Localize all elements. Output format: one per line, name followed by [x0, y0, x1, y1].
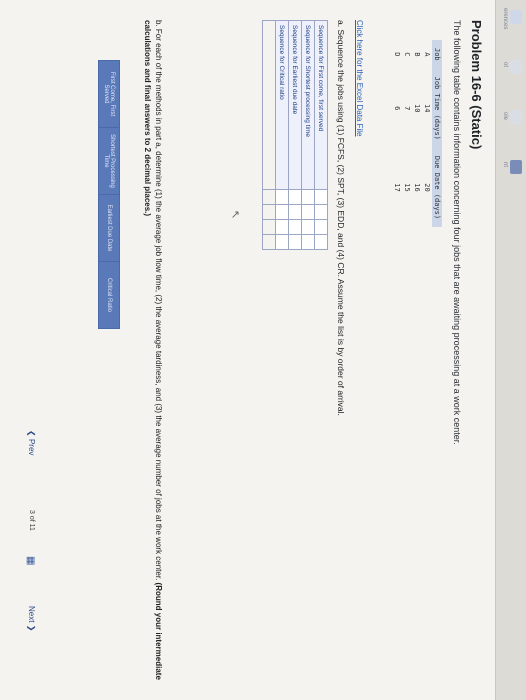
quiz-page: erences ot ole nt Problem 16-6 (Static) … — [0, 0, 526, 700]
mouse-cursor-icon: ↖ — [229, 210, 241, 220]
jobs-table: Job Job Time (days) Due Date (days) A 14… — [392, 40, 442, 228]
chevron-left-icon: ❮ — [27, 430, 36, 437]
answer-input[interactable] — [275, 204, 289, 220]
table-row: A 14 20 — [422, 40, 432, 227]
problem-intro: The following table contains information… — [452, 20, 462, 445]
answer-input[interactable] — [288, 189, 302, 205]
header-job-time: Job Time (days) — [432, 68, 442, 148]
answer-input[interactable] — [275, 219, 289, 235]
part-b-question: b. For each of the methods in part a, de… — [142, 20, 164, 680]
rail-label-4: nt — [502, 162, 508, 168]
answer-input[interactable] — [301, 204, 315, 220]
answer-input[interactable] — [301, 219, 315, 235]
part-a-question: a. Sequence the jobs using (1) FCFS, (2)… — [336, 20, 346, 416]
answer-label-edd: Sequence for Earliest due date — [288, 20, 302, 190]
tool-icon[interactable] — [510, 60, 522, 74]
avg-header-cr: Critical Ratio — [98, 261, 120, 329]
left-sidebar-rail: erences ot ole nt — [495, 0, 526, 700]
answer-label-spt: Sequence for Shortest processing time — [301, 20, 315, 190]
question-navigation: ❮ Prev 3 of 11 ▦ Next ❯ — [18, 430, 38, 690]
table-row: D 6 17 — [392, 40, 402, 227]
answer-label-cr: Sequence for Critical ratio — [275, 20, 289, 190]
excel-data-link[interactable]: Click here for the Excel Data File — [355, 20, 364, 137]
cell-due: 15 — [403, 183, 411, 192]
cell-job: B — [413, 52, 421, 57]
blank-cell — [262, 20, 276, 190]
header-due-date: Due Date (days) — [432, 147, 442, 228]
blank-cell — [262, 189, 276, 205]
answer-input[interactable] — [314, 234, 328, 250]
answer-input[interactable] — [314, 219, 328, 235]
rail-label-2: ot — [502, 62, 508, 68]
page-current: 3 — [28, 510, 35, 514]
problem-title: Problem 16-6 (Static) — [469, 20, 484, 150]
prev-button[interactable]: ❮ Prev — [27, 430, 36, 455]
tool-icon-2[interactable] — [510, 110, 522, 124]
page-indicator: 3 of 11 — [28, 510, 35, 531]
answer-input[interactable] — [301, 189, 315, 205]
cell-time: 10 — [413, 104, 421, 113]
answer-input[interactable] — [314, 204, 328, 220]
blank-cell — [262, 219, 276, 235]
jobs-table-header: Job Job Time (days) Due Date (days) — [432, 40, 442, 228]
answer-input[interactable] — [288, 234, 302, 250]
grid-icon[interactable]: ▦ — [25, 556, 36, 565]
blank-cell — [262, 234, 276, 250]
answer-input[interactable] — [301, 234, 315, 250]
cell-due: 20 — [423, 183, 431, 192]
cell-time: 14 — [423, 104, 431, 113]
answer-input[interactable] — [275, 189, 289, 205]
next-label: Next — [27, 606, 36, 623]
answer-row-blank — [262, 20, 276, 250]
answer-input[interactable] — [275, 234, 289, 250]
averages-header: First Come, First Served Shortest Proces… — [98, 60, 120, 329]
references-icon[interactable] — [510, 10, 522, 24]
cell-job: A — [423, 52, 431, 57]
rail-label-3: ole — [502, 112, 508, 121]
part-b-text: b. For each of the methods in part a, de… — [154, 20, 163, 581]
sequence-answer-table: Sequence for First come, first served Se… — [262, 20, 328, 250]
page-total: 11 — [28, 523, 35, 531]
answer-row-fcfs: Sequence for First come, first served — [314, 20, 328, 250]
cell-job: D — [393, 52, 401, 57]
answer-input[interactable] — [288, 204, 302, 220]
blank-cell — [262, 204, 276, 220]
avg-header-fcfs: First Come, First Served — [98, 60, 120, 128]
cell-job: C — [403, 52, 411, 57]
references-label: erences — [502, 8, 508, 30]
table-row: B 10 16 — [412, 40, 422, 227]
avg-header-edd: Earliest Due Date — [98, 194, 120, 262]
pin-icon[interactable] — [510, 160, 522, 174]
header-job: Job — [432, 40, 442, 69]
cell-time: 6 — [393, 106, 401, 111]
cell-due: 17 — [393, 183, 401, 192]
prev-label: Prev — [27, 438, 36, 456]
cell-due: 16 — [413, 183, 421, 192]
avg-header-spt: Shortest Processing Time — [98, 127, 120, 195]
answer-row-spt: Sequence for Shortest processing time — [301, 20, 315, 250]
next-button[interactable]: Next ❯ — [27, 606, 36, 631]
answer-input[interactable] — [288, 219, 302, 235]
cell-time: 7 — [403, 106, 411, 111]
answer-row-edd: Sequence for Earliest due date — [288, 20, 302, 250]
table-row: C 7 15 — [402, 40, 412, 227]
answer-input[interactable] — [314, 189, 328, 205]
chevron-right-icon: ❯ — [27, 624, 36, 632]
answer-row-cr: Sequence for Critical ratio — [275, 20, 289, 250]
averages-table: First Come, First Served Shortest Proces… — [98, 60, 120, 329]
answer-label-fcfs: Sequence for First come, first served — [314, 20, 328, 190]
page-of: of — [28, 515, 35, 522]
